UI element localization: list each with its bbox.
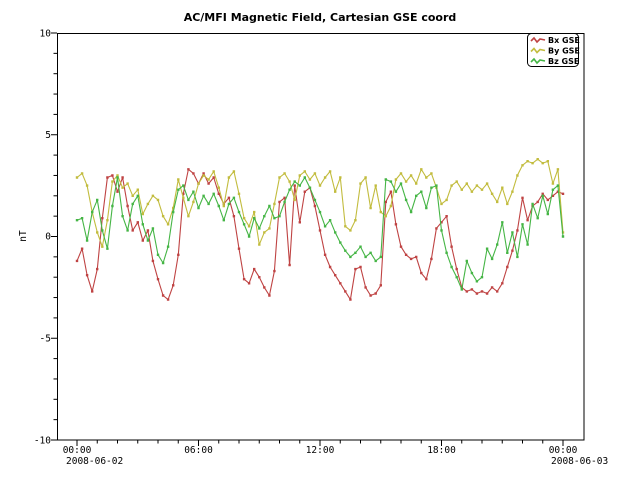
legend-label-by: By GSE — [548, 47, 580, 56]
x-tick-label: 06:00 — [184, 445, 213, 456]
y-tick-label: 5 — [45, 130, 51, 141]
x-axis-end-date: 2008-06-03 — [551, 456, 608, 467]
series-line-by-gse — [77, 159, 563, 247]
x-axis-start-date: 2008-06-02 — [66, 456, 123, 467]
series-line-bz-gse — [77, 178, 563, 290]
y-tick-label: -5 — [40, 334, 51, 345]
x-tick-label: 00:00 — [63, 445, 92, 456]
y-axis-tick-labels: 10 5 0 -5 -10 — [34, 29, 51, 447]
axis-ticks — [51, 33, 563, 446]
y-tick-label: 10 — [40, 29, 52, 40]
magnetic-field-chart: AC/MFI Magnetic Field, Cartesian GSE coo… — [0, 0, 640, 480]
magnetic-field-figure: AC/MFI Magnetic Field, Cartesian GSE coo… — [0, 0, 640, 480]
x-axis-tick-labels: 00:00 06:00 12:00 18:00 00:00 — [63, 445, 578, 456]
legend-label-bz: Bz GSE — [548, 57, 579, 66]
x-tick-label: 18:00 — [427, 445, 456, 456]
legend: Bx GSE By GSE Bz GSE — [528, 34, 580, 67]
legend-label-bx: Bx GSE — [548, 36, 580, 45]
x-tick-label: 12:00 — [306, 445, 335, 456]
chart-title: AC/MFI Magnetic Field, Cartesian GSE coo… — [184, 11, 457, 24]
x-tick-label: 00:00 — [549, 445, 578, 456]
y-tick-label: 0 — [45, 232, 51, 243]
y-axis-label: nT — [18, 230, 29, 242]
data-series-group — [76, 158, 564, 301]
y-tick-label: -10 — [34, 435, 51, 446]
